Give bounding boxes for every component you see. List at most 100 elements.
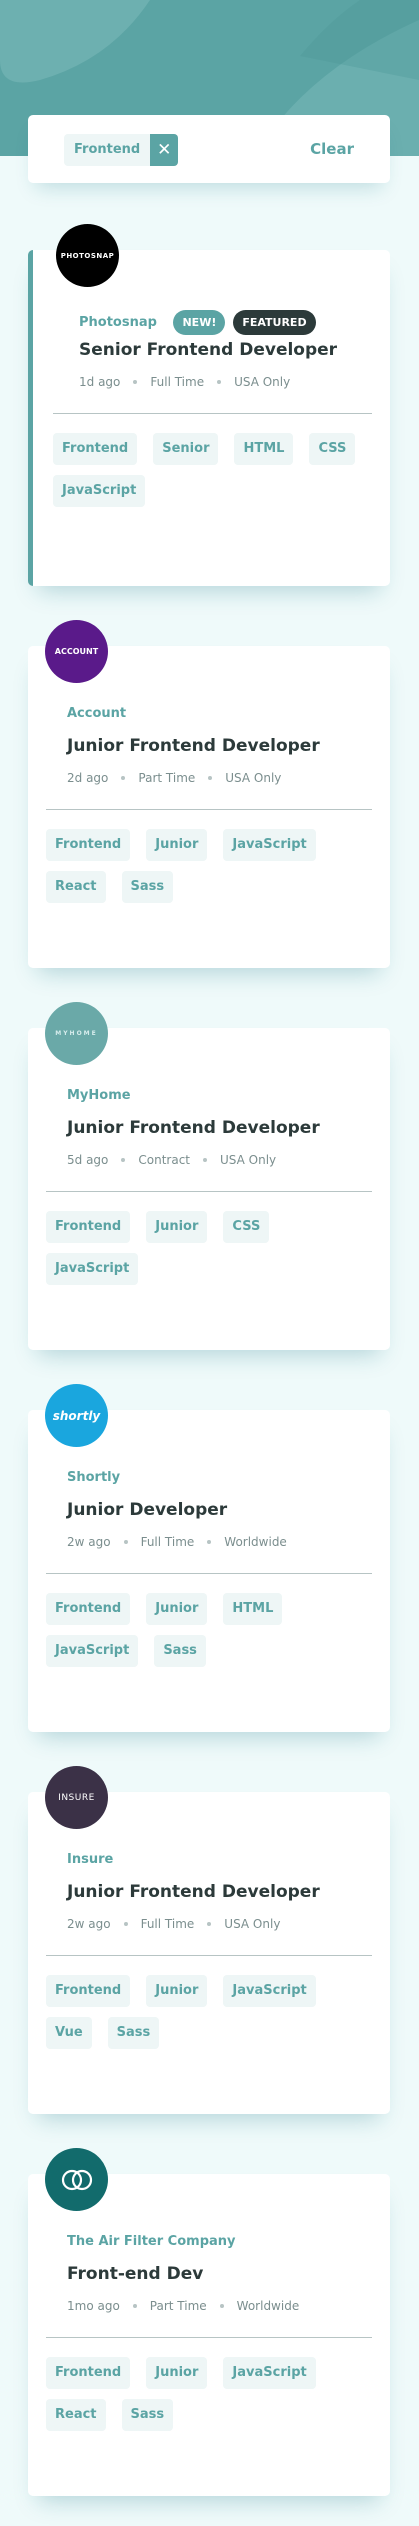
divider xyxy=(46,1955,372,1956)
tag-button[interactable]: React xyxy=(46,2399,106,2431)
divider xyxy=(46,1191,372,1192)
tag-list: Frontend Junior JavaScript React Sass xyxy=(46,2357,376,2431)
job-meta: 2w ago Full Time USA Only xyxy=(67,1917,280,1931)
tag-button[interactable]: CSS xyxy=(309,433,356,465)
tag-button[interactable]: JavaScript xyxy=(223,1975,316,2007)
filter-bar: Frontend ✕ Clear xyxy=(28,115,390,183)
dot-separator xyxy=(207,1922,212,1926)
tag-button[interactable]: CSS xyxy=(223,1211,270,1243)
company-link[interactable]: Photosnap xyxy=(79,315,157,330)
location: USA Only xyxy=(220,1153,277,1167)
tag-button[interactable]: JavaScript xyxy=(223,2357,316,2389)
tag-button[interactable]: Frontend xyxy=(46,1211,131,1243)
location: USA Only xyxy=(234,375,291,389)
dot-separator xyxy=(208,776,213,780)
tag-button[interactable]: Junior xyxy=(146,1975,208,2007)
featured-badge: FEATURED xyxy=(233,310,316,335)
company-logo: INSURE xyxy=(45,1766,108,1829)
contract-type: Part Time xyxy=(149,2299,207,2313)
logo-text: MYHOME xyxy=(55,1030,98,1037)
close-icon[interactable]: ✕ xyxy=(150,134,179,166)
company-logo: ACCOUNT xyxy=(45,620,108,683)
contract-type: Full Time xyxy=(140,1535,195,1549)
new-badge: NEW! xyxy=(173,310,226,335)
company-logo: shortly xyxy=(45,1384,108,1447)
tag-button[interactable]: Junior xyxy=(146,2357,208,2389)
filter-chip: Frontend ✕ xyxy=(64,134,179,166)
dot-separator xyxy=(203,1158,208,1162)
tag-button[interactable]: Sass xyxy=(107,2017,160,2049)
company-name: Photosnap NEW! FEATURED xyxy=(79,310,316,335)
tag-button[interactable]: JavaScript xyxy=(46,1635,139,1667)
tag-button[interactable]: HTML xyxy=(223,1593,283,1625)
tag-button[interactable]: JavaScript xyxy=(53,475,146,507)
dot-separator xyxy=(207,1540,212,1544)
tag-button[interactable]: Sass xyxy=(121,871,174,903)
job-meta: 1d ago Full Time USA Only xyxy=(79,375,290,389)
company-link[interactable]: The Air Filter Company xyxy=(67,2234,236,2249)
contract-type: Part Time xyxy=(138,771,196,785)
tag-button[interactable]: Junior xyxy=(146,829,208,861)
job-meta: 2w ago Full Time Worldwide xyxy=(67,1535,287,1549)
location: USA Only xyxy=(224,1917,281,1931)
location: USA Only xyxy=(225,771,282,785)
job-title[interactable]: Junior Frontend Developer xyxy=(67,1882,320,1902)
job-title[interactable]: Junior Frontend Developer xyxy=(67,1118,320,1138)
tag-button[interactable]: Frontend xyxy=(46,1975,131,2007)
tag-button[interactable]: Frontend xyxy=(46,1593,131,1625)
tag-button[interactable]: Junior xyxy=(146,1211,208,1243)
tag-button[interactable]: HTML xyxy=(234,433,294,465)
tag-button[interactable]: Sass xyxy=(154,1635,206,1667)
divider xyxy=(46,2337,372,2338)
company-logo: PHOTOSNAP xyxy=(56,224,119,287)
job-title[interactable]: Junior Developer xyxy=(67,1500,227,1520)
logo-text: shortly xyxy=(52,1408,101,1423)
job-card: The Air Filter Company Front-end Dev 1mo… xyxy=(28,2148,390,2496)
dot-separator xyxy=(133,380,138,384)
tag-button[interactable]: Sass xyxy=(121,2399,174,2431)
posted-at: 2w ago xyxy=(67,1535,111,1549)
job-title[interactable]: Junior Frontend Developer xyxy=(67,736,320,756)
air-filter-logo-icon xyxy=(61,2169,92,2190)
posted-at: 1d ago xyxy=(79,375,121,389)
tag-button[interactable]: Senior xyxy=(153,433,219,465)
company-link[interactable]: Insure xyxy=(67,1852,113,1867)
dot-separator xyxy=(123,1540,128,1544)
dot-separator xyxy=(219,2304,224,2308)
company-link[interactable]: Shortly xyxy=(67,1470,120,1485)
tag-button[interactable]: Frontend xyxy=(46,829,131,861)
tag-button[interactable]: JavaScript xyxy=(223,829,316,861)
tag-list: Frontend Junior JavaScript Vue Sass xyxy=(46,1975,376,2049)
job-card: INSURE Insure Junior Frontend Developer … xyxy=(28,1766,390,2114)
posted-at: 2d ago xyxy=(67,771,109,785)
tag-list: Frontend Senior HTML CSS JavaScript xyxy=(53,433,383,507)
posted-at: 5d ago xyxy=(67,1153,109,1167)
tag-button[interactable]: JavaScript xyxy=(46,1253,139,1285)
job-title[interactable]: Front-end Dev xyxy=(67,2264,203,2284)
company-logo: MYHOME xyxy=(45,1002,108,1065)
job-title[interactable]: Senior Frontend Developer xyxy=(79,340,337,360)
company-link[interactable]: MyHome xyxy=(67,1088,131,1103)
dot-separator xyxy=(132,2304,137,2308)
tag-button[interactable]: React xyxy=(46,871,106,903)
clear-filters-button[interactable]: Clear xyxy=(310,140,354,158)
logo-text: INSURE xyxy=(58,1792,95,1803)
job-meta: 2d ago Part Time USA Only xyxy=(67,771,281,785)
contract-type: Full Time xyxy=(150,375,205,389)
job-meta: 5d ago Contract USA Only xyxy=(67,1153,276,1167)
location: Worldwide xyxy=(224,1535,287,1549)
tag-button[interactable]: Junior xyxy=(146,1593,208,1625)
filter-chip-label: Frontend xyxy=(64,134,151,166)
tag-button[interactable]: Frontend xyxy=(53,433,138,465)
tag-button[interactable]: Frontend xyxy=(46,2357,131,2389)
job-card: PHOTOSNAP Photosnap NEW! FEATURED Senior… xyxy=(28,224,390,586)
job-card: MYHOME MyHome Junior Frontend Developer … xyxy=(28,1002,390,1350)
tag-list: Frontend Junior HTML JavaScript Sass xyxy=(46,1593,376,1667)
tag-button[interactable]: Vue xyxy=(46,2017,92,2049)
posted-at: 2w ago xyxy=(67,1917,111,1931)
location: Worldwide xyxy=(236,2299,300,2313)
company-link[interactable]: Account xyxy=(67,706,126,721)
contract-type: Full Time xyxy=(140,1917,195,1931)
job-card: shortly Shortly Junior Developer 2w ago … xyxy=(28,1384,390,1732)
dot-separator xyxy=(121,1158,126,1162)
